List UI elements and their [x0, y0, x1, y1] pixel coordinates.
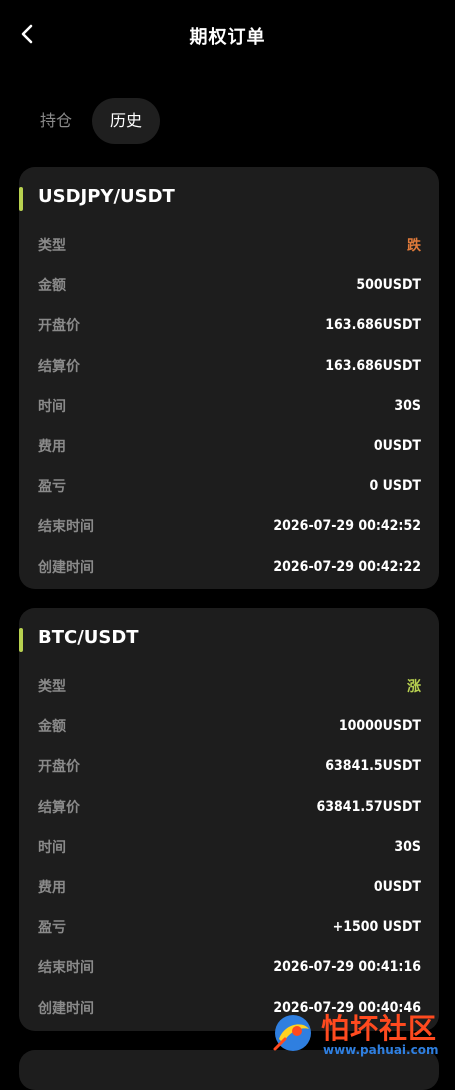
row-label: 时间 [38, 839, 66, 856]
row-value: 2026-07-29 00:42:22 [273, 558, 421, 575]
order-row-duration: 时间 30S [19, 386, 439, 426]
tab-positions[interactable]: 持仓 [22, 98, 92, 144]
row-value: 163.686USDT [325, 317, 421, 334]
order-row-create-time: 创建时间 2026-07-29 00:42:22 [19, 547, 439, 587]
row-label: 类型 [38, 679, 66, 696]
row-label: 时间 [38, 398, 66, 415]
order-row-pnl: 盈亏 0 USDT [19, 466, 439, 506]
order-row-amount: 金额 10000USDT [19, 706, 439, 746]
row-label: 结束时间 [38, 960, 94, 977]
header: 期权订单 [0, 0, 455, 70]
order-pair: USDJPY/USDT [38, 186, 175, 207]
order-row-open-price: 开盘价 63841.5USDT [19, 746, 439, 786]
order-row-duration: 时间 30S [19, 827, 439, 867]
row-value: 500USDT [356, 277, 421, 294]
tab-history[interactable]: 历史 [92, 98, 161, 144]
row-value: 10000USDT [338, 718, 421, 735]
row-label: 开盘价 [38, 759, 80, 776]
row-label: 金额 [38, 278, 66, 295]
row-value: 涨 [407, 679, 421, 696]
row-value: 0USDT [373, 879, 421, 896]
row-value: 163.686USDT [325, 357, 421, 374]
row-value: 跌 [407, 238, 421, 255]
order-row-settle-price: 结算价 163.686USDT [19, 346, 439, 386]
order-card: BTC/USDT 类型 涨 金额 10000USDT 开盘价 63841.5US… [19, 608, 439, 1031]
row-label: 费用 [38, 439, 66, 456]
row-value: 0 USDT [369, 478, 422, 495]
accent-bar [19, 187, 23, 211]
row-label: 结算价 [38, 358, 80, 375]
order-card-header: BTC/USDT [19, 608, 439, 666]
watermark-url: www.pahuai.com [323, 1043, 439, 1057]
tab-bar: 持仓 历史 [22, 98, 161, 144]
order-row-fee: 费用 0USDT [19, 426, 439, 466]
order-card-header: USDJPY/USDT [19, 167, 439, 225]
row-value: 2026-07-29 00:41:16 [273, 959, 421, 976]
page-title: 期权订单 [189, 27, 266, 48]
order-row-amount: 金额 500USDT [19, 265, 439, 305]
order-card: USDJPY/USDT 类型 跌 金额 500USDT 开盘价 163.686U… [19, 167, 439, 589]
order-row-end-time: 结束时间 2026-07-29 00:41:16 [19, 947, 439, 987]
order-row-settle-price: 结算价 63841.57USDT [19, 787, 439, 827]
row-value: 0USDT [373, 438, 421, 455]
row-value: 2026-07-29 00:42:52 [273, 518, 421, 535]
accent-bar [19, 628, 23, 652]
watermark-text: 怕坏社区 [321, 1012, 438, 1045]
row-value: 30S [394, 397, 421, 414]
order-row-pnl: 盈亏 +1500 USDT [19, 907, 439, 947]
watermark-logo-icon [273, 1015, 311, 1051]
row-label: 结束时间 [38, 519, 94, 536]
row-value: 30S [394, 838, 421, 855]
row-label: 结算价 [38, 799, 80, 816]
order-pair: BTC/USDT [38, 627, 139, 648]
row-label: 类型 [38, 238, 66, 255]
row-label: 创建时间 [38, 559, 94, 576]
row-value: 63841.57USDT [316, 798, 421, 815]
row-label: 开盘价 [38, 318, 80, 335]
row-label: 盈亏 [38, 920, 66, 937]
row-label: 创建时间 [38, 1000, 94, 1017]
row-value: +1500 USDT [332, 919, 421, 936]
order-row-open-price: 开盘价 163.686USDT [19, 305, 439, 345]
row-label: 费用 [38, 880, 66, 897]
order-row-fee: 费用 0USDT [19, 867, 439, 907]
order-row-type: 类型 涨 [19, 666, 439, 706]
row-value: 63841.5USDT [325, 758, 421, 775]
row-label: 盈亏 [38, 479, 66, 496]
order-row-end-time: 结束时间 2026-07-29 00:42:52 [19, 506, 439, 546]
order-row-type: 类型 跌 [19, 225, 439, 265]
watermark: 怕坏社区 www.pahuai.com [269, 1003, 449, 1063]
row-label: 金额 [38, 719, 66, 736]
